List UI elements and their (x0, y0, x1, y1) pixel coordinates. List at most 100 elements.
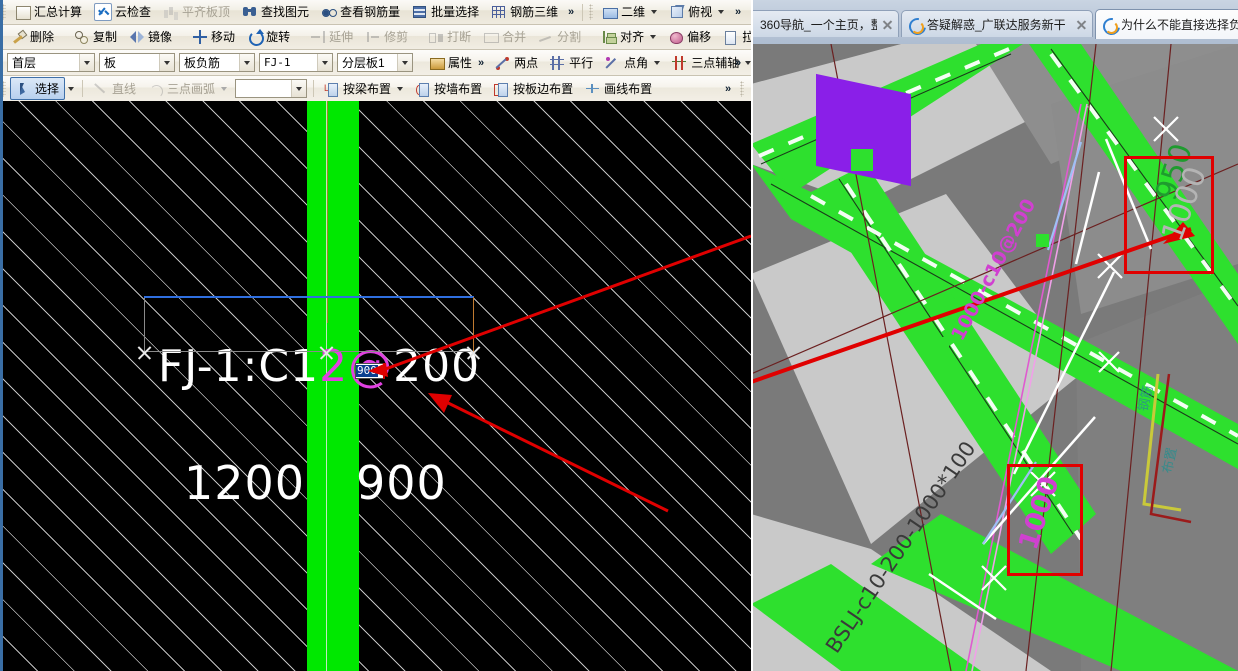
delete-icon (11, 29, 27, 45)
toolbar-find-element[interactable]: 查找图元 (237, 1, 314, 24)
chevron-down-icon[interactable] (291, 80, 307, 97)
draw-option-select[interactable] (235, 79, 308, 98)
chevron-down-icon[interactable] (651, 10, 658, 14)
chevron-down-icon[interactable] (239, 54, 254, 71)
toolbar-offset[interactable]: 偏移 (663, 26, 716, 49)
browser-tab-1[interactable]: 答疑解惑_广联达服务新干 (901, 10, 1093, 37)
toolbar-overflow-6[interactable]: » (721, 79, 735, 99)
toolbar-point-angle[interactable]: 点角 (600, 51, 665, 74)
extend-icon (310, 29, 326, 45)
chevron-down-icon[interactable] (718, 10, 725, 14)
toolbar-overflow-4[interactable]: » (478, 53, 484, 73)
toolbar-mirror[interactable]: 镜像 (124, 26, 177, 49)
cad-screenshot-viewport[interactable]: 钢筋 布置 950 1000 1000-c10@200 BSLJ-c10-200… (751, 44, 1238, 671)
place-by-slab-edge-icon (494, 81, 510, 97)
chevron-down-icon[interactable] (79, 54, 94, 71)
chevron-down-icon[interactable] (650, 35, 657, 39)
window-left-edge (0, 0, 3, 671)
toolbar-flatten-slab[interactable]: 平齐板顶 (158, 1, 235, 24)
stretch-icon (723, 29, 739, 45)
chevron-down-icon[interactable] (654, 60, 661, 65)
toolbar-properties[interactable]: 属性 (424, 51, 477, 74)
chevron-down-icon[interactable] (397, 86, 404, 91)
break-icon (428, 29, 444, 45)
toolbar-merge[interactable]: 合并 (478, 26, 531, 49)
window-divider (751, 0, 753, 671)
toolbar-place-by-beam[interactable]: 按梁布置 (319, 77, 408, 100)
merge-icon (483, 29, 500, 45)
cloud-check-icon (94, 3, 113, 21)
select-tool-button[interactable]: 选择 (10, 77, 66, 100)
toolbar-place-by-slab-edge[interactable]: 按板边布置 (489, 77, 578, 100)
toolbar-grip-end[interactable] (740, 80, 744, 97)
tab-label: 360导航_一个主页，整个 (760, 17, 877, 32)
batch-select-icon (412, 4, 428, 20)
toolbar-grip-view[interactable] (589, 4, 594, 20)
chevron-down-icon[interactable] (317, 54, 332, 71)
toolbar-overflow-5[interactable]: » (731, 53, 745, 73)
toolbar-sum-calc[interactable]: 汇总计算 (10, 1, 87, 24)
close-icon[interactable] (1075, 18, 1088, 31)
flatten-slab-icon (163, 4, 179, 20)
annotation-arrows (368, 234, 751, 513)
toolbar-view-rebar-qty[interactable]: 查看钢筋量 (316, 1, 405, 24)
cube-icon (669, 4, 685, 20)
trim-icon (365, 29, 381, 45)
toolbar-delete[interactable]: 删除 (6, 26, 59, 49)
toolbar-move[interactable]: 移动 (187, 26, 240, 49)
column-center-node (851, 149, 873, 171)
select-tool-chevron-down-icon[interactable] (68, 86, 75, 91)
toolbar-view-top[interactable]: 俯视 (664, 1, 729, 24)
sum-icon (15, 4, 31, 20)
toolbar-overflow-2[interactable]: » (731, 2, 745, 22)
binoculars-icon (242, 4, 258, 20)
toolbar-copy[interactable]: 复制 (69, 26, 122, 49)
offset-icon (668, 29, 684, 45)
toolbar-separator (82, 80, 84, 97)
browser-tab-0[interactable]: 360导航_一个主页，整个 (751, 10, 899, 37)
cursor-arrow-icon (16, 81, 32, 97)
site-favicon-icon (1102, 17, 1118, 34)
split-icon (538, 29, 554, 45)
rebar-3d-icon (491, 4, 507, 20)
chevron-down-icon[interactable] (221, 86, 228, 91)
toolbar-rebar-3d[interactable]: 钢筋三维 (486, 1, 563, 24)
toolbar-place-by-wall[interactable]: 按墙布置 (410, 77, 487, 100)
toolbar-overflow-1[interactable]: » (564, 2, 578, 22)
mirror-icon (129, 29, 145, 45)
parallel-icon (550, 55, 566, 71)
element-type-select[interactable]: 板负筋 (179, 53, 255, 72)
toolbar-batch-select[interactable]: 批量选择 (407, 1, 484, 24)
tab-label: 答疑解惑_广联达服务新干 (927, 17, 1066, 32)
toolbar-trim[interactable]: 修剪 (360, 26, 413, 49)
toolbar-extend[interactable]: 延伸 (305, 26, 358, 49)
toolbar-view-2d[interactable]: 二维 (597, 1, 662, 24)
toolbar-cloud-check[interactable]: 云检查 (89, 1, 156, 24)
toolbar-break[interactable]: 打断 (423, 26, 476, 49)
highlight-box-top (1124, 156, 1214, 274)
toolbar-align[interactable]: 对齐 (596, 26, 661, 49)
browser-tab-2[interactable]: 为什么不能直接选择负筋 (1095, 9, 1238, 39)
place-by-beam-icon (324, 81, 340, 97)
toolbar-parallel[interactable]: 平行 (545, 51, 598, 74)
move-icon (192, 29, 208, 45)
toolbar-split[interactable]: 分割 (533, 26, 586, 49)
chevron-down-icon[interactable] (159, 54, 174, 71)
cad-drawing-canvas[interactable]: FJ-1:C12@200 1200 900 900 (0, 101, 751, 671)
toolbar-line[interactable]: 直线 (88, 77, 141, 100)
cad-application-panel: 汇总计算 云检查 平齐板顶 查找图元 查看钢筋量 批量选择 钢筋三维 » 二维 … (0, 0, 778, 671)
toolbar-rotate[interactable]: 旋转 (242, 26, 295, 49)
layer-select[interactable]: 分层板1 (337, 53, 413, 72)
align-icon (601, 29, 617, 45)
chevron-down-icon[interactable] (397, 54, 412, 71)
toolbar-separator (582, 3, 584, 21)
highlight-box-bottom (1007, 464, 1083, 576)
properties-icon (429, 55, 445, 71)
toolbar-two-point[interactable]: 两点 (490, 51, 543, 74)
toolbar-three-point-arc[interactable]: 三点画弧 (143, 77, 232, 100)
close-icon[interactable] (881, 18, 894, 31)
floor-select[interactable]: 首层 (7, 53, 95, 72)
toolbar-draw-line-place[interactable]: 画线布置 (580, 77, 657, 100)
category-select[interactable]: 板 (99, 53, 175, 72)
member-select[interactable]: FJ-1 (259, 53, 333, 72)
